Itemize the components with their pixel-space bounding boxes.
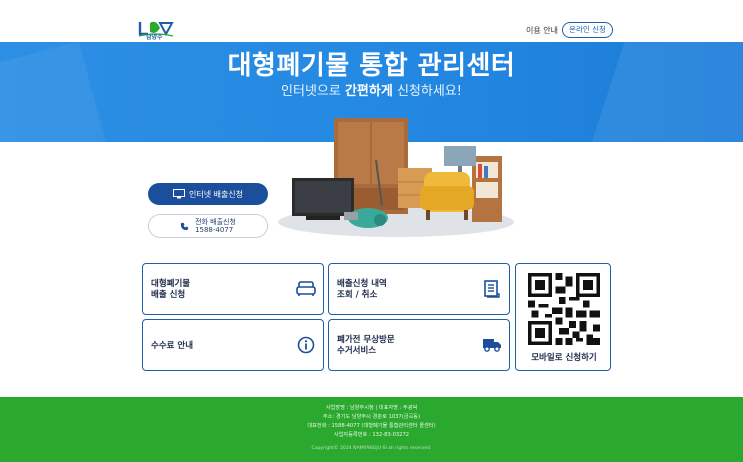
- footer-business-name: 사업장명 : 남양주시청 | 대표자명 : 주광덕: [325, 405, 418, 411]
- nav-online-apply-button[interactable]: 온라인 신청: [562, 22, 613, 38]
- bulk-waste-apply-card[interactable]: 대형폐기물 배출 신청: [142, 263, 324, 315]
- sofa-icon: [296, 281, 316, 296]
- truck-icon: [483, 339, 501, 352]
- card-history-line1: 배출신청 내역: [337, 279, 387, 289]
- monitor-icon: [172, 189, 185, 199]
- footer-copyright: Copyright© 2024 NAMYANGJU-SI all rights …: [311, 446, 432, 451]
- furniture-illustration: [278, 118, 514, 237]
- site-header: 남양주 이용 안내 온라인 신청: [0, 0, 743, 42]
- nav-guide-link[interactable]: 이용 안내: [526, 25, 558, 36]
- phone-number: 1588-4077: [195, 226, 234, 234]
- card-visit-line2: 수거서비스: [337, 346, 377, 356]
- footer-address: 주소: 경기도 남양주시 경춘로 1037(금곡동): [322, 414, 421, 420]
- logo-text: 남양주: [146, 34, 163, 41]
- free-pickup-service-card[interactable]: 폐가전 무상방문 수거서비스: [328, 319, 510, 371]
- info-icon: [297, 336, 315, 354]
- mobile-apply-label: 모바일로 신청하기: [531, 353, 597, 363]
- phone-apply-label: 전화 배출신청: [195, 218, 236, 226]
- hero-title: 대형폐기물 통합 관리센터: [227, 51, 516, 81]
- fee-guide-card[interactable]: 수수료 안내: [142, 319, 324, 371]
- site-footer: 사업장명 : 남양주시청 | 대표자명 : 주광덕 주소: 경기도 남양주시 경…: [0, 397, 743, 462]
- hero-subtitle: 인터넷으로 간편하게 신청하세요!: [281, 84, 462, 99]
- card-visit-line1: 폐가전 무상방문: [337, 335, 395, 345]
- apply-history-card[interactable]: 배출신청 내역 조회 / 취소: [328, 263, 510, 315]
- card-apply-line2: 배출 신청: [151, 290, 186, 300]
- footer-phone: 대표전화 : 1588-4077 (대형폐기물 통합관리센터 콜센터): [307, 423, 436, 429]
- phone-icon: [180, 222, 189, 230]
- document-list-icon: [484, 280, 500, 298]
- internet-apply-button[interactable]: 인터넷 배출신청: [148, 183, 268, 205]
- card-fee-label: 수수료 안내: [151, 341, 194, 351]
- phone-apply-button[interactable]: 전화 배출신청 1588-4077: [148, 214, 268, 238]
- internet-apply-label: 인터넷 배출신청: [188, 189, 244, 199]
- footer-business-number: 사업자등록번호 : 132-83-03272: [333, 432, 410, 438]
- card-history-line2: 조회 / 취소: [337, 290, 378, 300]
- mobile-qr-card[interactable]: 모바일로 신청하기: [515, 263, 611, 371]
- qr-code-icon: [528, 273, 600, 345]
- card-apply-line1: 대형폐기물: [151, 279, 191, 289]
